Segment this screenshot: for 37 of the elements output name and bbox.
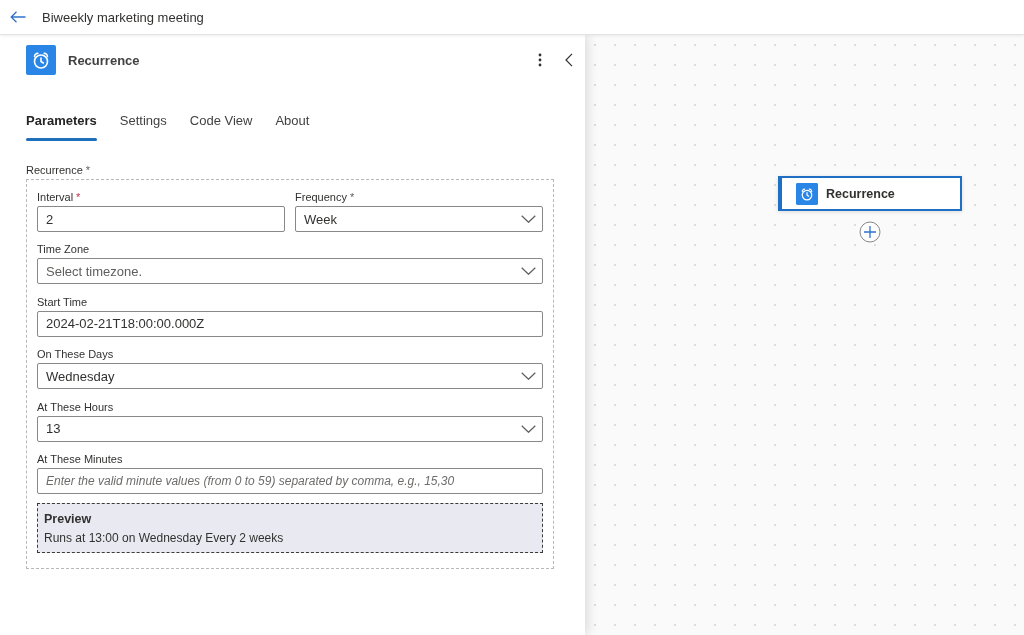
field-label: At These Hours (37, 399, 114, 414)
page-title: Biweekly marketing meeting (42, 9, 204, 25)
dropdown-field[interactable]: Select timezone. (37, 258, 543, 285)
alarm-clock-icon (796, 182, 818, 205)
alarm-clock-icon (26, 45, 56, 75)
text-field[interactable]: 2 (37, 206, 285, 232)
required-mark: * (76, 190, 81, 204)
chevron-down-icon[interactable] (521, 215, 536, 223)
field-label: Frequency (295, 190, 347, 204)
chevron-down-icon[interactable] (521, 267, 536, 276)
field-label: On These Days (37, 347, 114, 362)
text-field[interactable]: Enter the valid minute values (from 0 to 59) separated by comma, e.g., 15,30 (37, 467, 543, 494)
chevron-down-icon[interactable] (521, 372, 536, 381)
tab[interactable]: Code View (189, 105, 253, 141)
panel-title: Recurrence (68, 52, 140, 68)
field-label: Time Zone (37, 242, 90, 257)
preview-title: Preview (44, 510, 93, 527)
text-field[interactable]: 2024-02-21T18:00:00.000Z (37, 310, 543, 337)
field-label: Recurrence (26, 163, 83, 177)
field-label: At These Minutes (37, 451, 123, 466)
preview-text: Runs at 13:00 on Wednesday Every 2 weeks (44, 529, 285, 547)
chevron-left-icon[interactable] (565, 53, 573, 67)
field-label: Start Time (37, 294, 88, 309)
field-label: Interval (37, 190, 74, 204)
tab[interactable]: About (275, 105, 310, 141)
plus-circle-icon[interactable] (859, 221, 881, 243)
dropdown-field[interactable]: Wednesday (37, 363, 543, 390)
dropdown-field[interactable]: 13 (37, 415, 543, 442)
flow-node[interactable]: Recurrence (778, 176, 962, 211)
more-icon[interactable] (538, 53, 542, 67)
chevron-down-icon[interactable] (521, 424, 536, 433)
tab[interactable]: Parameters (26, 105, 97, 141)
required-mark: * (350, 190, 355, 204)
back-arrow-icon[interactable] (10, 11, 26, 23)
tab[interactable]: Settings (119, 105, 167, 141)
required-mark: * (85, 163, 91, 177)
dropdown-field[interactable]: Week (295, 206, 543, 232)
